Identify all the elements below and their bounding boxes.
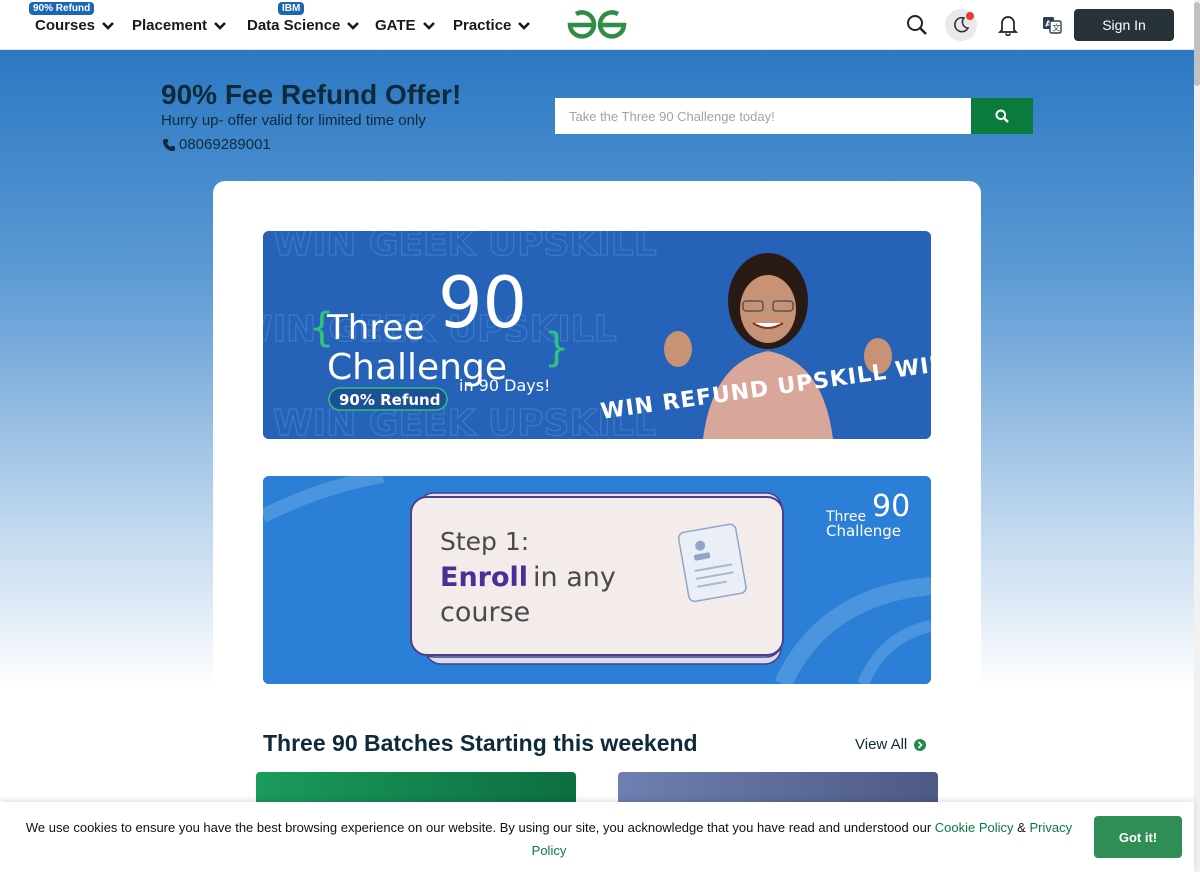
ampersand: & — [1017, 820, 1026, 835]
scrollbar-thumb[interactable] — [1194, 2, 1200, 86]
offer-subtitle: Hurry up- offer valid for limited time o… — [161, 112, 426, 129]
search-icon[interactable] — [901, 9, 933, 41]
enroll-text: Enroll — [440, 562, 528, 593]
bell-icon[interactable] — [992, 9, 1024, 41]
view-all-label: View All — [855, 736, 908, 753]
refund-badge: 90% Refund — [29, 2, 95, 15]
banner-ninety-text: 90 — [438, 262, 527, 344]
chevron-down-icon — [422, 22, 435, 30]
view-all-link[interactable]: View All — [855, 736, 927, 753]
step-label: Step 1: — [440, 527, 529, 556]
nav-data-science[interactable]: IBM Data Science — [247, 0, 360, 50]
notification-dot — [966, 12, 974, 20]
banner-artwork: WIN GEEK UPSKILL WIN GEEK UPSKILL WIN GE… — [263, 231, 931, 439]
nav-practice[interactable]: Practice — [453, 0, 531, 50]
nav-data-science-label: Data Science — [247, 16, 341, 34]
translate-icon[interactable]: A文 — [1036, 9, 1068, 41]
chevron-down-icon — [518, 22, 531, 30]
search-submit-button[interactable] — [971, 98, 1033, 134]
cookie-policy-link[interactable]: Cookie Policy — [935, 820, 1014, 835]
corner-ninety-text: 90 — [872, 489, 910, 524]
svg-text:}: } — [544, 325, 569, 371]
banner-three-text: Three — [326, 308, 424, 348]
got-it-label: Got it! — [1118, 829, 1158, 845]
course-text: course — [440, 597, 530, 628]
chevron-down-icon — [347, 22, 360, 30]
nav-placement[interactable]: Placement — [132, 0, 227, 50]
cookie-text: We use cookies to ensure you have the be… — [25, 820, 932, 835]
nav-courses-label: Courses — [35, 16, 96, 34]
phone-icon — [163, 138, 175, 151]
chevron-down-icon — [102, 22, 114, 30]
page-scrollbar[interactable] — [1194, 0, 1200, 872]
arrow-right-circle-icon — [914, 738, 927, 751]
step-1-enroll-banner[interactable]: Step 1: Enroll in any course Three 90 Ch… — [263, 476, 931, 684]
offer-phone[interactable]: 08069289001 — [162, 136, 271, 153]
ibm-badge: IBM — [278, 2, 305, 15]
top-navbar: 90% Refund Courses Placement IBM Data Sc… — [0, 0, 1194, 50]
banner-refund-text: 90% Refund — [339, 391, 440, 409]
search-icon — [995, 109, 1009, 123]
offer-title: 90% Fee Refund Offer! — [161, 79, 462, 110]
background-words: WIN GEEK UPSKILL — [273, 403, 657, 439]
chevron-down-icon — [214, 22, 226, 30]
three-90-challenge-banner[interactable]: WIN GEEK UPSKILL WIN GEEK UPSKILL WIN GE… — [263, 231, 931, 439]
batches-section-title: Three 90 Batches Starting this weekend — [263, 730, 698, 756]
dark-mode-toggle[interactable] — [945, 9, 977, 41]
banner-artwork: Step 1: Enroll in any course Three 90 Ch… — [263, 476, 931, 684]
background-words: WIN GEEK UPSKILL — [273, 231, 657, 264]
banner-days-text: in 90 Days! — [459, 376, 550, 395]
in-any-text: in any — [533, 562, 616, 593]
cookie-message: We use cookies to ensure you have the be… — [24, 816, 1074, 862]
gfg-logo-icon[interactable] — [566, 8, 628, 42]
nav-courses[interactable]: 90% Refund Courses — [29, 0, 115, 50]
svg-text:文: 文 — [1052, 23, 1060, 33]
nav-practice-label: Practice — [453, 16, 512, 34]
got-it-button[interactable]: Got it! — [1094, 816, 1182, 858]
challenge-search-input[interactable] — [555, 98, 971, 134]
nav-placement-label: Placement — [132, 16, 208, 34]
phone-number: 08069289001 — [179, 136, 271, 153]
nav-gate[interactable]: GATE — [375, 0, 436, 50]
cookie-consent-bar: We use cookies to ensure you have the be… — [0, 802, 1194, 872]
corner-challenge-text: Challenge — [826, 522, 901, 540]
document-icon — [677, 523, 747, 603]
nav-gate-label: GATE — [375, 16, 416, 34]
sign-in-button[interactable]: Sign In — [1074, 9, 1174, 41]
